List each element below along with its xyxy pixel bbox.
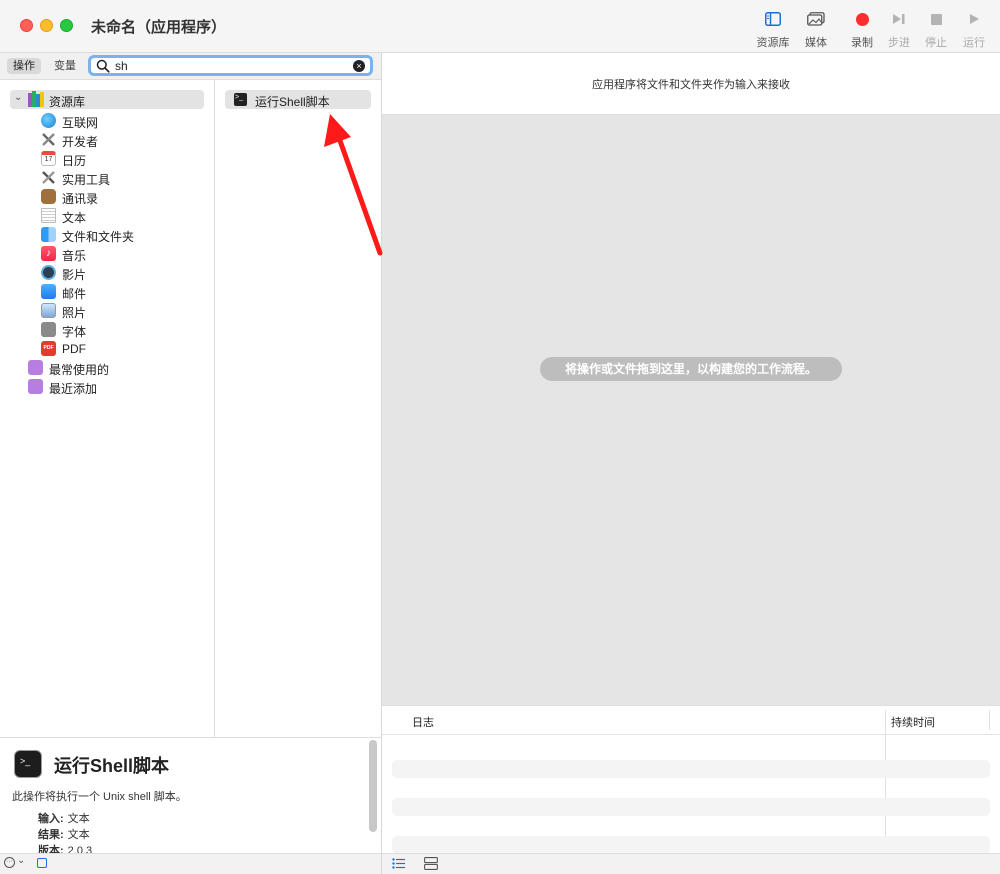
more-options-icon[interactable]: ··· bbox=[4, 857, 15, 868]
run-toolbar-button[interactable]: 运行 bbox=[951, 8, 997, 52]
title-bar: 未命名（应用程序） 资源库 媒体 录制 步进 停止 运行 bbox=[0, 0, 1000, 53]
library-bottom-bar: ··· ⌄ bbox=[0, 853, 382, 874]
search-icon bbox=[96, 59, 110, 73]
column-divider bbox=[885, 710, 886, 854]
library-books-icon bbox=[28, 91, 45, 110]
search-input[interactable]: sh bbox=[115, 59, 128, 73]
library-sidebar-icon bbox=[765, 12, 781, 26]
minimize-window-button[interactable] bbox=[40, 19, 53, 32]
close-window-button[interactable] bbox=[20, 19, 33, 32]
run-label: 运行 bbox=[963, 37, 985, 49]
workflow-input-header: 应用程序将文件和文件夹作为输入来接收 bbox=[382, 53, 1000, 115]
library-toolbar-button[interactable]: 资源库 bbox=[750, 8, 796, 52]
library-root-label: 资源库 bbox=[49, 95, 86, 109]
tools-cross-icon bbox=[41, 132, 56, 150]
library-toolbar: 操作 变量 sh × bbox=[0, 53, 381, 80]
pdf-icon: PDF bbox=[41, 341, 56, 356]
music-icon: ♪ bbox=[41, 246, 56, 261]
smart-folder-icon bbox=[28, 360, 43, 375]
media-label: 媒体 bbox=[805, 37, 827, 49]
workflow-pane: 应用程序将文件和文件夹作为输入来接收 将操作或文件拖到这里，以构建您的工作流程。… bbox=[382, 53, 1000, 854]
log-column-header[interactable]: 日志 bbox=[412, 714, 434, 730]
smart-folder-icon bbox=[28, 379, 43, 394]
mail-icon bbox=[41, 284, 56, 299]
media-toolbar-button[interactable]: 媒体 bbox=[793, 8, 839, 52]
zoom-window-button[interactable] bbox=[60, 19, 73, 32]
list-view-icon[interactable] bbox=[392, 858, 406, 869]
search-field[interactable]: sh × bbox=[88, 55, 373, 76]
terminal-icon: >_ bbox=[234, 93, 247, 106]
action-item-label: 运行Shell脚本 bbox=[255, 95, 330, 109]
library-list: ⌄ 资源库 互联网 开发者 17 日历 实用工具 通讯录 文本 文件和文件夹 ♪… bbox=[0, 80, 215, 737]
font-book-icon bbox=[41, 322, 56, 337]
media-photo-icon bbox=[807, 12, 825, 26]
finder-icon bbox=[41, 227, 56, 242]
chevron-down-icon[interactable]: ⌄ bbox=[14, 92, 22, 103]
clear-search-icon[interactable]: × bbox=[353, 60, 365, 72]
tab-variables[interactable]: 变量 bbox=[48, 58, 82, 74]
action-item-run-shell-script[interactable]: >_ 运行Shell脚本 bbox=[225, 90, 371, 109]
workflow-bottom-bar bbox=[382, 853, 1000, 874]
description-text: 此操作将执行一个 Unix shell 脚本。 bbox=[12, 791, 187, 803]
workflow-canvas[interactable]: 将操作或文件拖到这里，以构建您的工作流程。 bbox=[382, 115, 1000, 705]
record-dot-icon bbox=[855, 12, 869, 26]
split-view-icon[interactable] bbox=[424, 857, 438, 870]
checkbox-icon[interactable] bbox=[37, 858, 47, 868]
photos-icon bbox=[41, 303, 56, 318]
log-row bbox=[392, 798, 990, 816]
utilities-tools-icon bbox=[41, 170, 56, 188]
globe-icon bbox=[41, 113, 56, 128]
window-title: 未命名（应用程序） bbox=[91, 19, 227, 36]
chevron-down-icon[interactable]: ⌄ bbox=[17, 855, 25, 866]
action-description: >_ 运行Shell脚本 此操作将执行一个 Unix shell 脚本。 输入:… bbox=[0, 737, 381, 857]
library-root[interactable]: ⌄ 资源库 bbox=[10, 90, 204, 109]
library-label: 资源库 bbox=[756, 37, 790, 49]
description-scrollbar[interactable] bbox=[369, 740, 377, 832]
log-row bbox=[392, 760, 990, 778]
terminal-icon: >_ bbox=[14, 750, 42, 778]
quicktime-icon bbox=[41, 265, 56, 280]
play-icon bbox=[970, 14, 979, 24]
column-divider bbox=[989, 710, 990, 730]
step-forward-icon bbox=[893, 14, 905, 24]
contacts-icon bbox=[41, 189, 56, 204]
log-panel: 日志 持续时间 bbox=[382, 705, 1000, 854]
drop-hint: 将操作或文件拖到这里，以构建您的工作流程。 bbox=[540, 357, 842, 381]
stop-square-icon bbox=[930, 13, 942, 25]
text-document-icon bbox=[41, 208, 56, 223]
description-input: 输入: 文本 bbox=[38, 813, 90, 825]
calendar-icon: 17 bbox=[41, 151, 56, 166]
tab-actions[interactable]: 操作 bbox=[7, 58, 41, 74]
library-pane: 操作 变量 sh × ⌄ 资源库 互联网 开发者 17 日历 实用工具 通讯录 … bbox=[0, 53, 382, 857]
description-title: 运行Shell脚本 bbox=[54, 756, 170, 776]
log-row bbox=[392, 836, 990, 854]
log-header: 日志 持续时间 bbox=[382, 706, 1000, 735]
duration-column-header[interactable]: 持续时间 bbox=[891, 714, 935, 730]
actions-list: >_ 运行Shell脚本 bbox=[215, 80, 381, 737]
description-result: 结果: 文本 bbox=[38, 829, 90, 841]
